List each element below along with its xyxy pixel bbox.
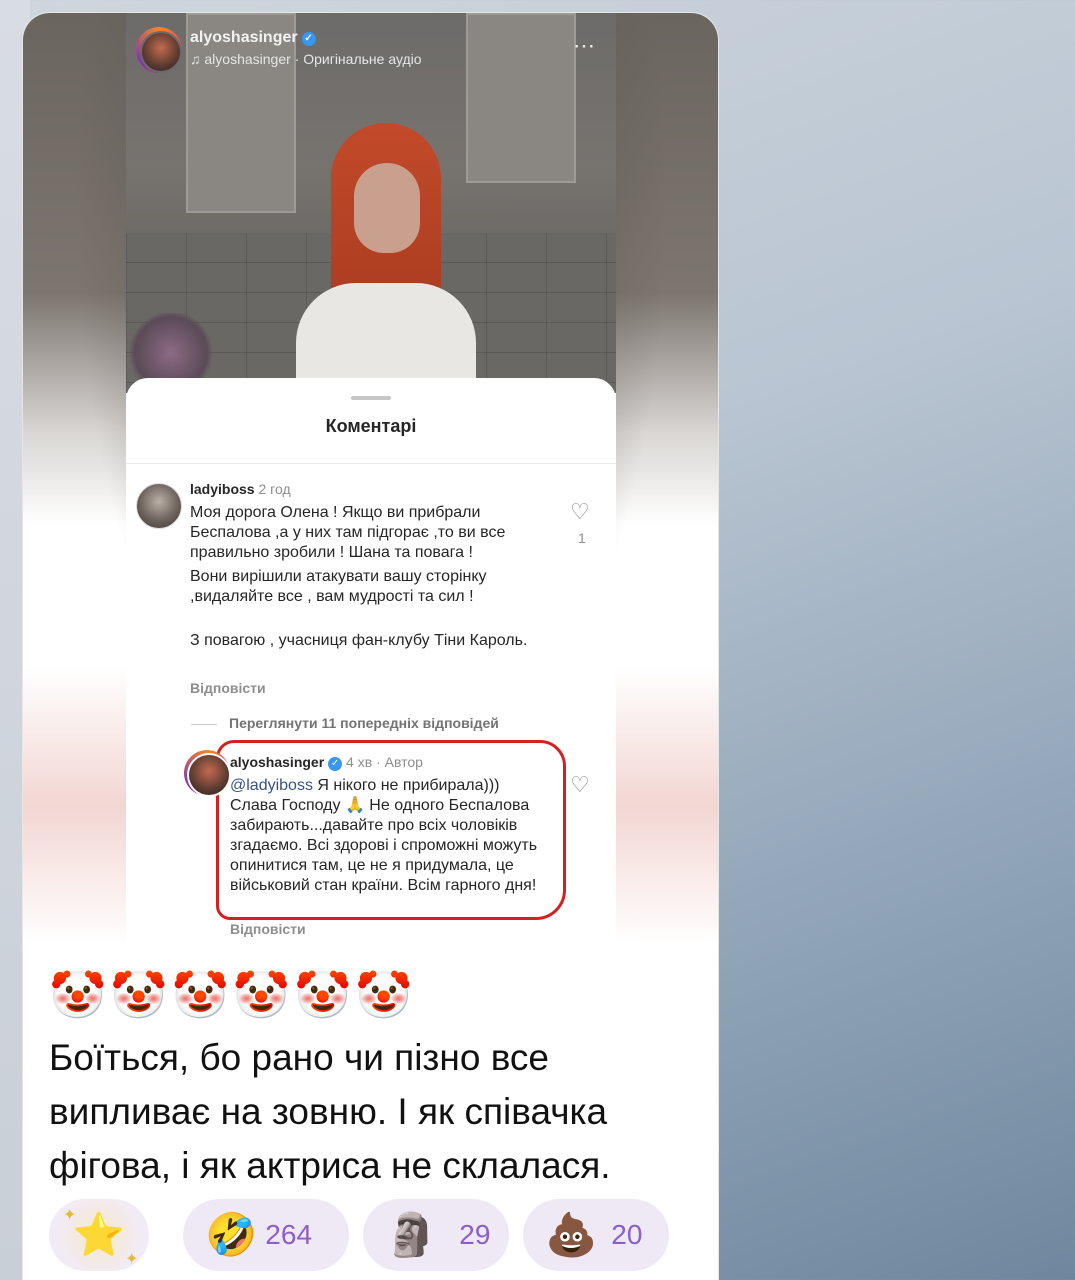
reel-audio[interactable]: ♫ alyoshasinger · Оригінальне аудіо (190, 51, 422, 67)
comment-time: 4 хв · Автор (346, 754, 423, 770)
person-body (296, 283, 476, 393)
comments-title: Коментарі (325, 416, 417, 436)
view-replies-button[interactable]: Переглянути 11 попередніх відповідей (191, 715, 499, 731)
reaction-rofl[interactable]: 🤣 264 (183, 1199, 349, 1271)
comments-sheet: Коментарі ladyiboss 2 год Моя дорога Оле… (126, 378, 616, 946)
reaction-star[interactable]: ✦ ✦ ⭐ (49, 1199, 149, 1271)
reaction-poop[interactable]: 💩 20 (523, 1199, 669, 1271)
reaction-moai[interactable]: 🗿 29 (363, 1199, 509, 1271)
poop-icon: 💩 (545, 1210, 598, 1258)
comment-text: Моя дорога Олена ! Якщо ви прибрали Бесп… (190, 504, 506, 561)
heart-icon[interactable]: ♡ (570, 772, 590, 798)
reply-button[interactable]: Відповісти (190, 680, 266, 696)
message-bubble[interactable]: alyoshasinger ✓ ♫ alyoshasinger · Оригіна… (22, 12, 719, 1280)
reaction-count: 20 (611, 1219, 643, 1250)
reel-video-frame: alyoshasinger ✓ ♫ alyoshasinger · Оригіна… (126, 13, 616, 393)
reactions-bar: ✦ ✦ ⭐ 🤣 264 🗿 29 💩 20 (49, 1199, 709, 1271)
moai-icon: 🗿 (385, 1210, 438, 1258)
comment-meta: ladyiboss 2 год (190, 481, 291, 497)
comment-text: @ladyiboss Я нікого не прибирала))) Слав… (230, 777, 538, 894)
like-count: 1 (578, 530, 586, 546)
reel-username[interactable]: alyoshasinger ✓ (190, 29, 316, 47)
verified-icon: ✓ (301, 32, 316, 46)
heart-icon[interactable]: ♡ (570, 499, 590, 525)
comment-username[interactable]: alyoshasinger (230, 754, 324, 770)
verified-icon: ✓ (328, 757, 343, 771)
sparkle-icon: ✦ (63, 1207, 77, 1224)
message-text: Боїться, бо рано чи пізно все випливає н… (49, 1037, 611, 1186)
screenshot-image[interactable]: alyoshasinger ✓ ♫ alyoshasinger · Оригіна… (126, 13, 616, 946)
reel-header: alyoshasinger ✓ ♫ alyoshasinger · Оригіна… (136, 25, 606, 75)
comment-username[interactable]: ladyiboss (190, 481, 255, 497)
reaction-count: 264 (265, 1219, 313, 1250)
mention-link[interactable]: @ladyiboss (230, 777, 313, 794)
emoji-row: 🤡🤡🤡🤡🤡🤡 (49, 969, 417, 1021)
more-options-icon[interactable]: ⋯ (573, 33, 596, 59)
reaction-count: 29 (459, 1219, 491, 1250)
comment-time: 2 год (258, 481, 291, 497)
comment-meta: alyoshasinger ✓ 4 хв · Автор (230, 754, 423, 771)
music-note-icon: ♫ (190, 51, 201, 67)
avatar[interactable] (136, 483, 182, 529)
reply-button[interactable]: Відповісти (230, 921, 306, 937)
rofl-icon: 🤣 (205, 1210, 258, 1258)
sparkle-icon: ✦ (125, 1251, 139, 1268)
star-icon: ⭐ (72, 1210, 126, 1258)
avatar[interactable] (184, 750, 231, 797)
comment-text: Вони вирішили атакувати вашу сторінку ,в… (190, 568, 487, 605)
comment-text: З повагою , учасниця фан-клубу Тіни Каро… (190, 632, 528, 649)
avatar[interactable] (136, 27, 182, 73)
sheet-handle[interactable] (351, 396, 391, 400)
person-face (354, 163, 420, 253)
divider (126, 463, 616, 464)
